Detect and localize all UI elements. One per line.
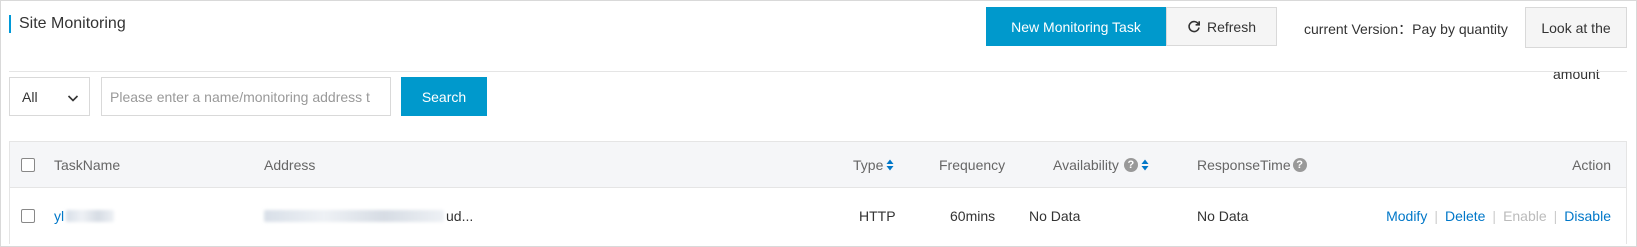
table-header: TaskName Address Type Frequency Availabi… [10,142,1626,188]
help-icon[interactable]: ? [1292,157,1307,172]
responsetime-cell: No Data [1197,208,1249,224]
enable-link: Enable [1503,208,1547,224]
column-type[interactable]: Type [853,142,894,187]
task-name-cell[interactable]: yl [54,188,115,244]
page-title: Site Monitoring [19,15,126,32]
column-responsetime: ResponseTime ? [1197,142,1307,187]
column-address: Address [264,156,316,173]
column-taskname: TaskName [54,156,121,173]
select-all-checkbox[interactable] [21,157,35,172]
address-cell: ud... [264,188,473,244]
header-checkbox-cell [21,142,35,187]
column-frequency: Frequency [939,156,1006,173]
table-row: yl ud... HTTP 60mins No Data No Data Mod… [10,188,1626,244]
redacted-task-name [66,210,115,222]
refresh-icon [1187,20,1201,34]
action-separator: | [1492,208,1497,224]
column-action: Action [1572,156,1611,173]
chevron-down-icon [67,91,79,103]
search-button[interactable]: Search [401,77,487,116]
delete-link[interactable]: Delete [1445,208,1485,224]
filter-select[interactable]: All [9,77,90,116]
current-version-text: current Version：Pay by quantity [1304,21,1508,37]
column-responsetime-label: ResponseTime [1197,156,1291,173]
filter-select-value: All [22,88,38,105]
row-checkbox[interactable] [21,209,35,223]
address-text: ud... [446,208,474,224]
frequency-cell: 60mins [950,208,996,224]
action-separator: | [1553,208,1558,224]
help-icon[interactable]: ? [1123,157,1138,172]
row-checkbox-cell [21,188,35,244]
title-accent-bar [9,15,11,33]
column-availability-label: Availability [1053,156,1119,173]
monitoring-table: TaskName Address Type Frequency Availabi… [9,141,1627,244]
column-availability[interactable]: Availability ? [1053,142,1149,187]
page-title-bar: Site Monitoring [9,14,126,34]
new-monitoring-task-button[interactable]: New Monitoring Task [986,7,1166,46]
action-cell: Modify | Delete | Enable | Disable [1386,188,1611,244]
disable-link[interactable]: Disable [1564,208,1611,224]
sort-icon[interactable] [1141,159,1149,171]
search-input[interactable] [101,77,391,116]
refresh-label: Refresh [1206,18,1257,35]
sort-icon[interactable] [886,159,894,171]
action-separator: | [1434,208,1438,224]
column-type-label: Type [853,156,884,173]
task-name-link[interactable]: yl [54,208,64,224]
availability-cell: No Data [1029,208,1081,224]
look-at-amount-button[interactable]: Look at the [1525,7,1627,48]
refresh-button[interactable]: Refresh [1166,7,1277,46]
header-divider [9,71,1627,72]
redacted-address [264,210,444,222]
type-cell: HTTP [859,208,896,224]
modify-link[interactable]: Modify [1386,208,1427,224]
look-at-amount-overflow-text: amount [1553,66,1600,82]
